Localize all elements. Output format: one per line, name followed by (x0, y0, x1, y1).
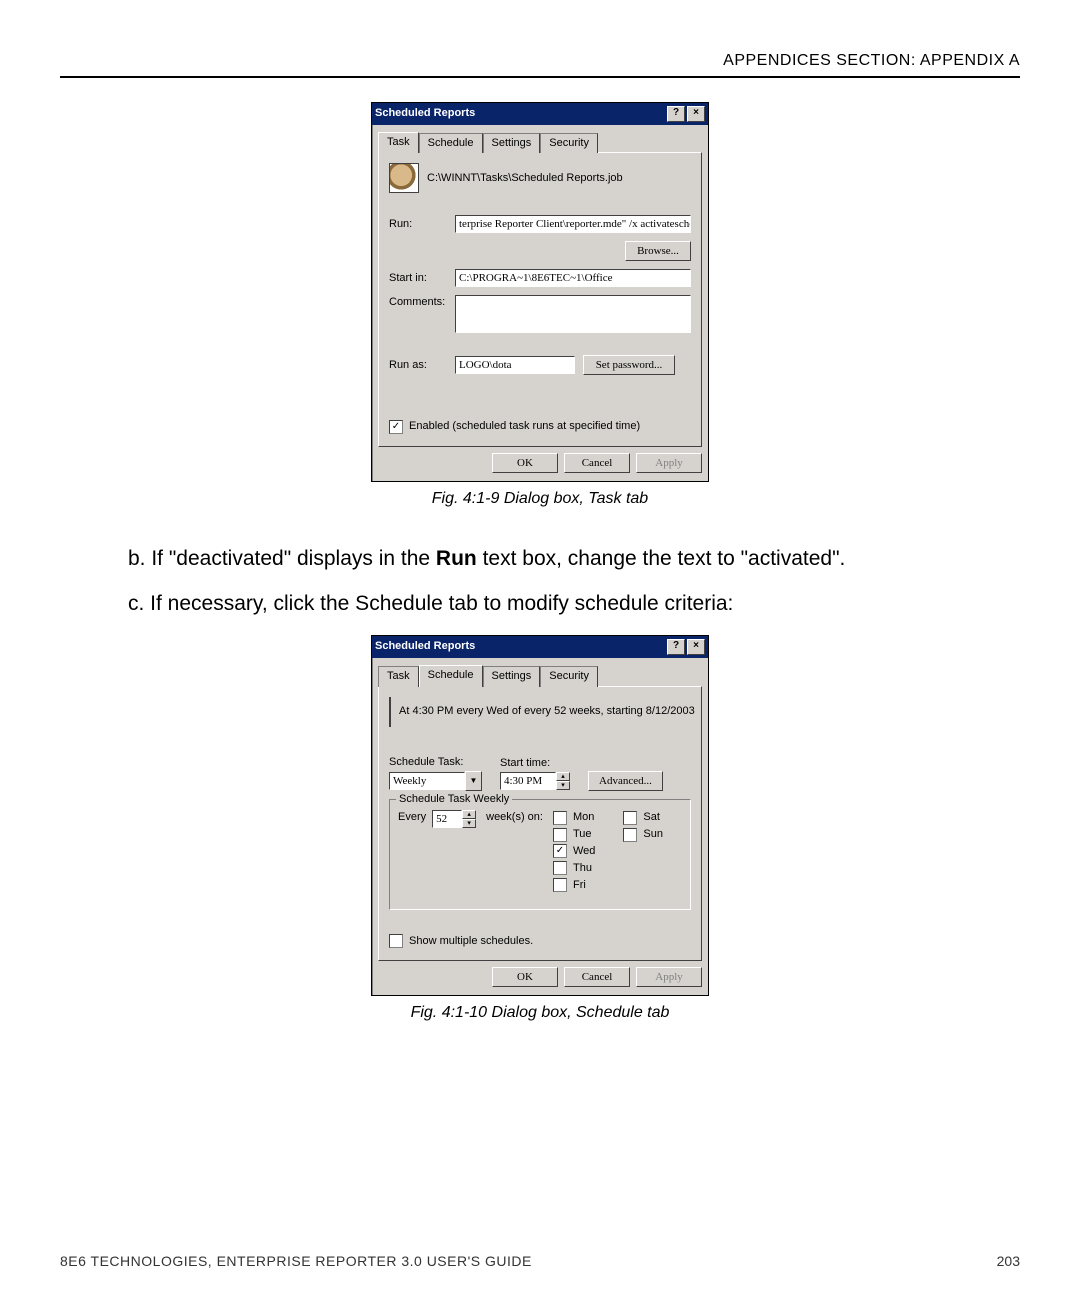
task-icon (389, 163, 419, 193)
schedule-task-weekly-group: Schedule Task Weekly Every 52 ▴▾ week(s)… (389, 799, 691, 909)
start-time-spinner[interactable]: 4:30 PM ▴▾ (500, 772, 570, 790)
day-thu-checkbox[interactable]: Thu (553, 861, 595, 876)
scheduled-reports-task-dialog: Scheduled Reports ? × Task Schedule Sett… (371, 102, 709, 483)
help-icon[interactable]: ? (667, 639, 685, 655)
title-bar[interactable]: Scheduled Reports ? × (372, 636, 708, 658)
set-password-button[interactable]: Set password... (583, 355, 675, 375)
cancel-button[interactable]: Cancel (564, 453, 630, 473)
ok-button[interactable]: OK (492, 967, 558, 987)
day-sat-checkbox[interactable]: Sat (623, 810, 663, 825)
group-legend: Schedule Task Weekly (396, 792, 512, 807)
dialog-title: Scheduled Reports (375, 106, 475, 121)
apply-button[interactable]: Apply (636, 967, 702, 987)
checkbox-checked-icon: ✓ (389, 420, 403, 434)
weekson-label: week(s) on: (486, 810, 543, 825)
tab-security[interactable]: Security (540, 666, 598, 687)
comments-label: Comments: (389, 295, 447, 310)
enabled-label: Enabled (scheduled task runs at specifie… (409, 419, 640, 434)
tab-bar: Task Schedule Settings Security (372, 125, 708, 153)
day-wed-checkbox[interactable]: ✓Wed (553, 844, 595, 859)
schedule-task-select[interactable]: Weekly ▼ (389, 771, 482, 791)
footer-title: 8E6 TECHNOLOGIES, ENTERPRISE REPORTER 3.… (60, 1252, 532, 1271)
cancel-button[interactable]: Cancel (564, 967, 630, 987)
startin-input[interactable]: C:\PROGRA~1\8E6TEC~1\Office (455, 269, 691, 287)
tab-bar: Task Schedule Settings Security (372, 658, 708, 686)
day-tue-checkbox[interactable]: Tue (553, 827, 595, 842)
tab-schedule[interactable]: Schedule (419, 133, 483, 154)
page-header: APPENDICES SECTION: APPENDIX A (60, 50, 1020, 78)
tab-panel-schedule: At 4:30 PM every Wed of every 52 weeks, … (378, 686, 702, 962)
every-weeks-spinner[interactable]: 52 ▴▾ (432, 810, 480, 828)
schedule-summary: At 4:30 PM every Wed of every 52 weeks, … (399, 704, 695, 719)
chevron-down-icon: ▾ (556, 781, 570, 790)
show-multiple-schedules-checkbox[interactable]: Show multiple schedules. (389, 934, 691, 949)
day-mon-checkbox[interactable]: Mon (553, 810, 595, 825)
tab-task[interactable]: Task (378, 666, 419, 687)
checkbox-checked-icon: ✓ (553, 844, 567, 858)
comments-input[interactable] (455, 295, 691, 333)
figure-caption-1: Fig. 4:1-9 Dialog box, Task tab (60, 488, 1020, 510)
chevron-up-icon: ▴ (462, 810, 476, 819)
tab-settings[interactable]: Settings (483, 666, 541, 687)
run-input[interactable]: terprise Reporter Client\reporter.mde" /… (455, 215, 691, 233)
schedule-task-label: Schedule Task: (389, 755, 482, 770)
title-bar[interactable]: Scheduled Reports ? × (372, 103, 708, 125)
ok-button[interactable]: OK (492, 453, 558, 473)
start-time-label: Start time: (500, 756, 570, 771)
day-fri-checkbox[interactable]: Fri (553, 878, 595, 893)
close-icon[interactable]: × (687, 639, 705, 655)
advanced-button[interactable]: Advanced... (588, 771, 663, 791)
chevron-down-icon: ▼ (465, 771, 482, 791)
figure-caption-2: Fig. 4:1-10 Dialog box, Schedule tab (60, 1002, 1020, 1024)
tab-panel-task: C:\WINNT\Tasks\Scheduled Reports.job Run… (378, 152, 702, 447)
page-number: 203 (997, 1252, 1020, 1271)
tab-schedule[interactable]: Schedule (419, 665, 483, 687)
apply-button[interactable]: Apply (636, 453, 702, 473)
task-icon (389, 697, 391, 727)
step-b-text: b. If "deactivated" displays in the Run … (128, 544, 888, 573)
task-path: C:\WINNT\Tasks\Scheduled Reports.job (427, 171, 623, 186)
startin-label: Start in: (389, 271, 447, 286)
day-sun-checkbox[interactable]: Sun (623, 827, 663, 842)
step-c-text: c. If necessary, click the Schedule tab … (128, 589, 888, 618)
tab-security[interactable]: Security (540, 133, 598, 154)
browse-button[interactable]: Browse... (625, 241, 691, 261)
scheduled-reports-schedule-dialog: Scheduled Reports ? × Task Schedule Sett… (371, 635, 709, 997)
dialog-title: Scheduled Reports (375, 639, 475, 654)
chevron-down-icon: ▾ (462, 819, 476, 828)
run-label: Run: (389, 217, 447, 232)
tab-task[interactable]: Task (378, 132, 419, 154)
chevron-up-icon: ▴ (556, 772, 570, 781)
close-icon[interactable]: × (687, 106, 705, 122)
help-icon[interactable]: ? (667, 106, 685, 122)
tab-settings[interactable]: Settings (483, 133, 541, 154)
enabled-checkbox[interactable]: ✓ Enabled (scheduled task runs at specif… (389, 419, 691, 434)
runas-label: Run as: (389, 358, 447, 373)
runas-input[interactable]: LOGO\dota (455, 356, 575, 374)
show-multiple-label: Show multiple schedules. (409, 934, 533, 949)
every-label: Every (398, 810, 426, 825)
